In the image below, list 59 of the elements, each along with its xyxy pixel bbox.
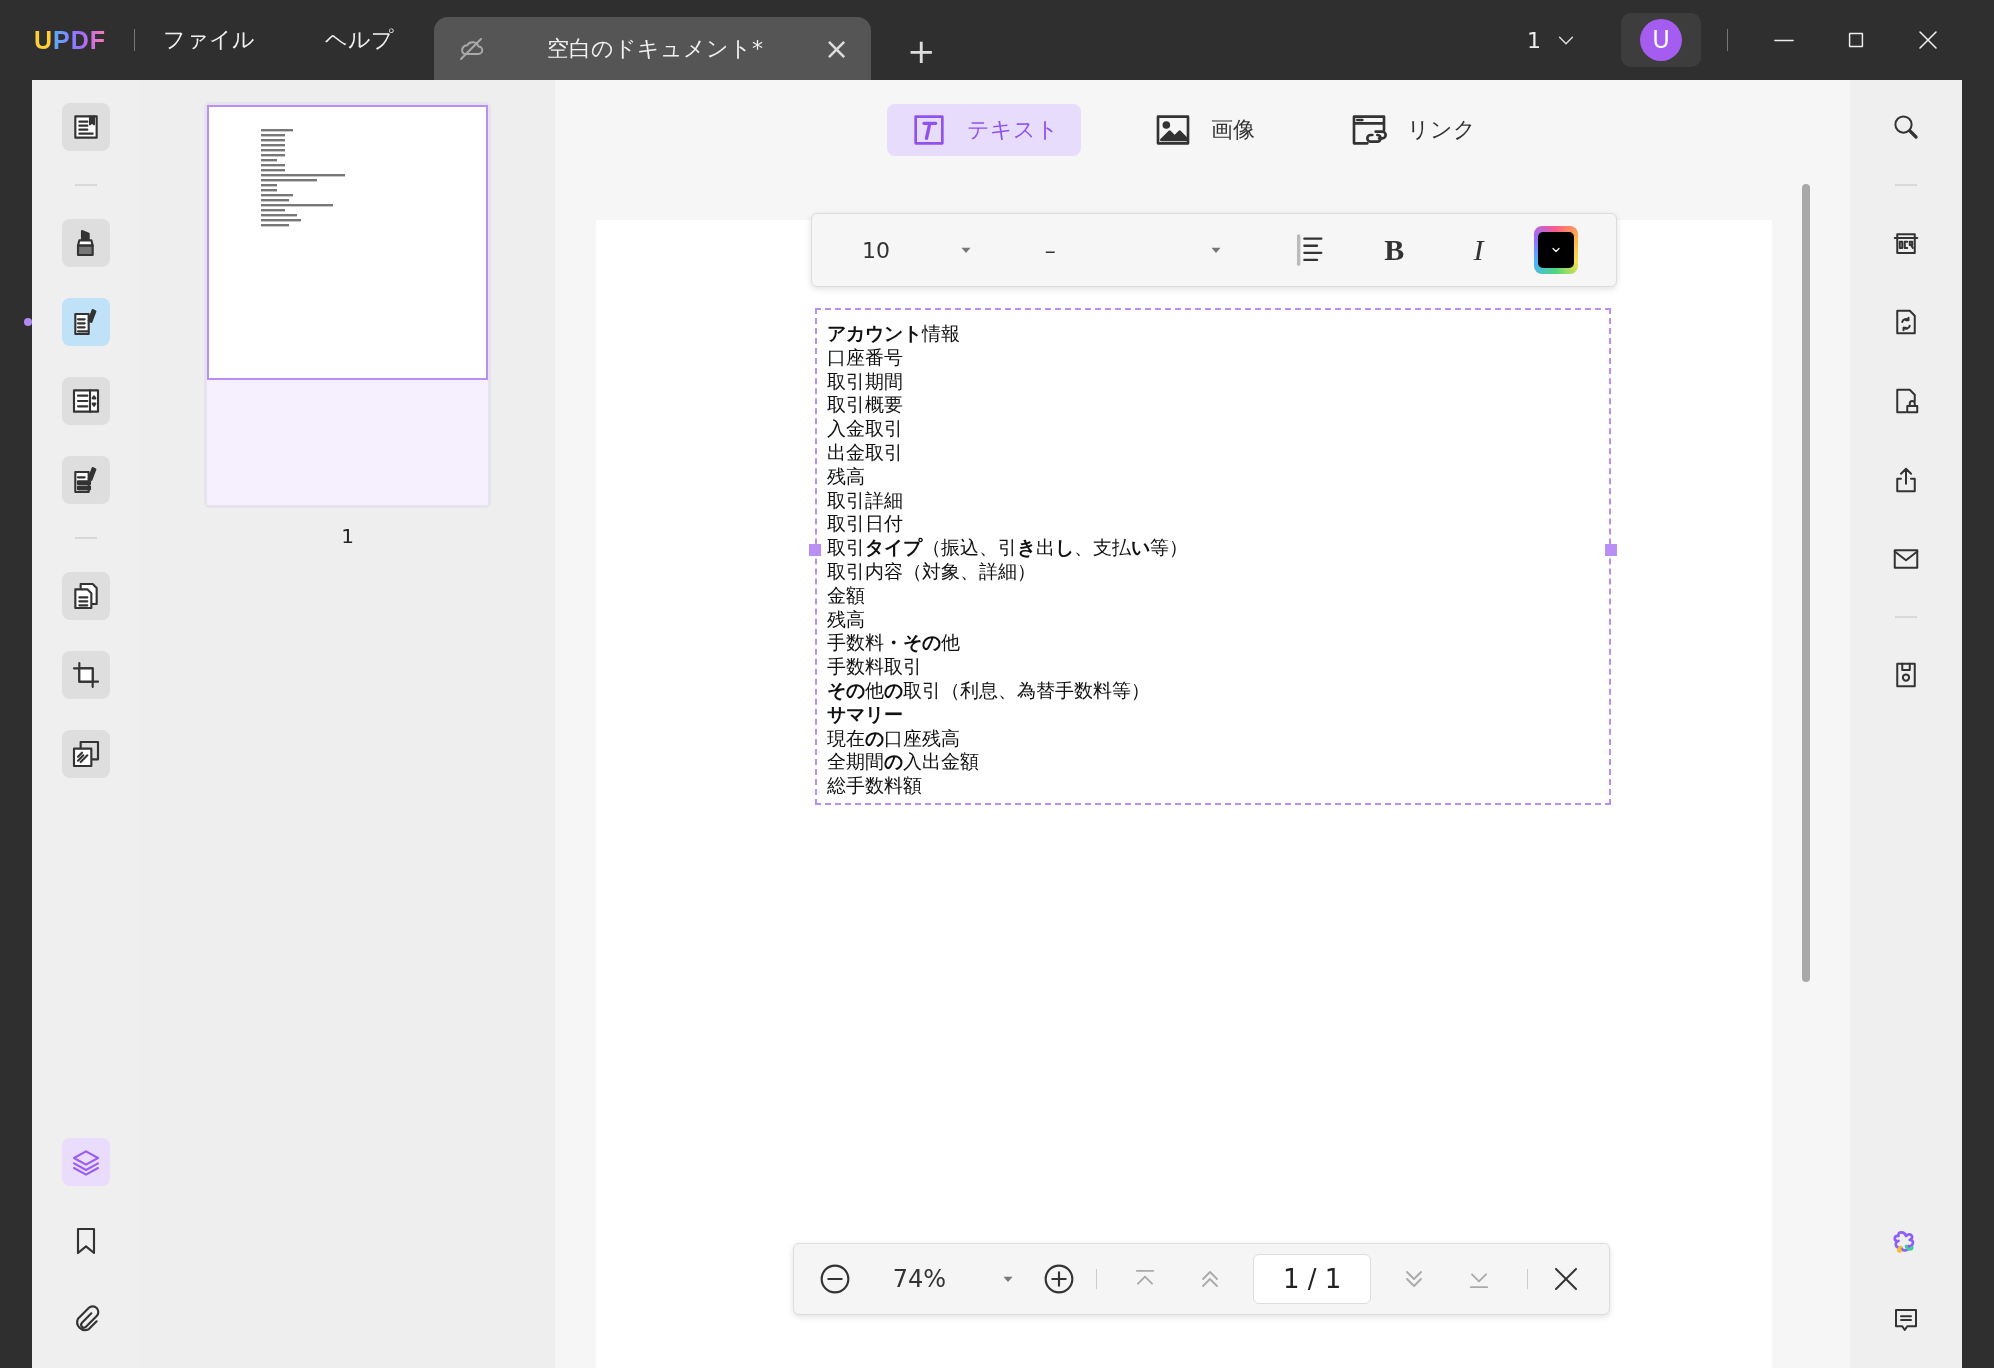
crop-icon [70, 659, 102, 691]
close-tab-button[interactable]: × [823, 31, 850, 66]
mode-tab[interactable]: テキスト [887, 104, 1081, 156]
mode-tab[interactable]: リンク [1327, 104, 1498, 156]
text-line: 出金取引 [827, 441, 903, 465]
text-line: アカウント情報 [827, 322, 960, 346]
text-line: 手数料・その他 [827, 631, 960, 656]
text-line: 手数料取引 [827, 655, 922, 679]
document-tab[interactable]: 空白のドキュメント* × [434, 17, 872, 80]
text-line: 取引詳細 [827, 488, 903, 513]
scrollbar[interactable] [1802, 184, 1810, 982]
text-line: 取引概要 [827, 393, 903, 418]
menu-item[interactable]: ヘルプ [325, 25, 395, 55]
text-line: 全期間の入出金額 [827, 750, 979, 775]
resize-handle[interactable] [809, 544, 821, 556]
tool-button[interactable] [62, 572, 110, 620]
italic-button[interactable]: I [1443, 233, 1514, 267]
text-box[interactable]: アカウント情報 口座番号 取引期間 取引概要 入金取引 出金取引 残高 取引詳細 取引日付 取引タイプ（振込、引き出し、支払い等） 取引内容（対象、詳細） 金額 残高 手数料・その他 手数料取引 その他の取引（利息、為替手数料等） サマリー 現在の口座残高 全期間の入出金額 総手数料額 [815, 308, 1611, 805]
font-size-dropdown[interactable]: 10 [862, 237, 975, 263]
plus-circle-icon [1042, 1263, 1075, 1295]
text-line: 金額 [827, 583, 865, 608]
page-number-field[interactable]: 1 / 1 [1253, 1254, 1371, 1304]
stacked-squares-icon [70, 738, 102, 770]
tool-button[interactable] [62, 377, 110, 425]
text-line: サマリー [827, 702, 903, 727]
resize-handle[interactable] [1605, 544, 1617, 556]
text-line: 取引タイプ（振込、引き出し、支払い等） [827, 536, 1188, 560]
text-line: 取引期間 [827, 369, 903, 394]
page-selector[interactable]: 1 [1527, 27, 1577, 53]
text-line: 現在の口座残高 [827, 726, 960, 751]
selection-dot [24, 318, 32, 326]
bold-button[interactable]: B [1359, 233, 1430, 267]
text-line: 残高 [827, 464, 865, 489]
text-line: その他の取引（利息、為替手数料等） [827, 678, 1150, 703]
tool-button[interactable] [62, 651, 110, 699]
page-number: 1 [341, 524, 354, 548]
minimize-icon [1771, 38, 1797, 42]
user-avatar: U [1640, 19, 1682, 61]
tool-button[interactable] [62, 730, 110, 778]
text-line: 残高 [827, 607, 865, 632]
text-color-button[interactable] [1533, 226, 1578, 274]
tab-title: 空白のドキュメント* [546, 34, 764, 63]
minus-circle-icon [819, 1263, 852, 1295]
close-icon [1916, 28, 1940, 52]
text-line: 取引日付 [827, 512, 903, 537]
text-line: 入金取引 [827, 417, 903, 441]
text-line: 取引内容（対象、詳細） [827, 559, 1036, 584]
new-tab-button[interactable]: + [907, 34, 936, 68]
account-button[interactable]: U [1621, 13, 1701, 67]
tool-button[interactable] [62, 219, 110, 267]
text-line: 総手数料額 [827, 774, 922, 798]
font-dropdown[interactable]: – [1044, 237, 1225, 263]
mode-tab[interactable]: 画像 [1131, 104, 1277, 156]
tool-button[interactable] [62, 456, 110, 504]
menu-item[interactable]: ファイル [163, 25, 256, 55]
zoom-dropdown[interactable]: 74% [892, 1265, 1018, 1293]
text-line: 口座番号 [827, 345, 903, 370]
tool-button[interactable] [62, 103, 110, 151]
page-thumbnail[interactable] [204, 102, 491, 508]
